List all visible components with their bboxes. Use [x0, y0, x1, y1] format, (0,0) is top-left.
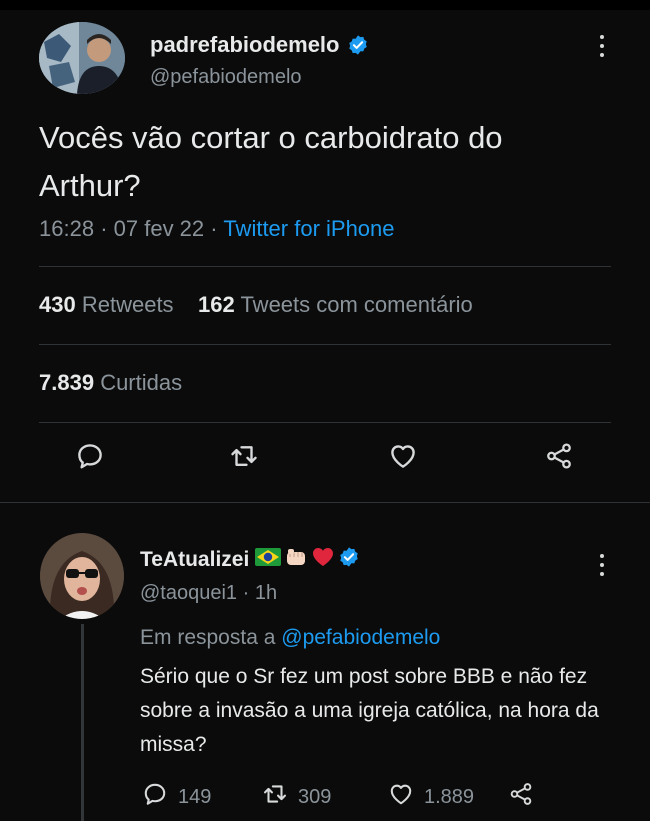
reply-actions: 149 309 1.889 — [140, 782, 620, 812]
name-emojis — [255, 546, 360, 573]
verified-badge-icon — [347, 34, 369, 56]
retweets-stat[interactable]: 430 Retweets — [39, 292, 174, 317]
replying-to: Em resposta a @pefabiodemelo — [140, 626, 440, 650]
more-icon[interactable] — [590, 548, 614, 582]
divider — [39, 266, 611, 267]
divider — [0, 502, 650, 503]
quotes-count: 162 — [198, 292, 235, 317]
reply-text: Sério que o Sr fez um post sobre BBB e n… — [140, 665, 599, 756]
retweets-count: 430 — [39, 292, 76, 317]
replying-mention[interactable]: @pefabiodemelo — [281, 626, 440, 649]
status-bar — [0, 0, 650, 10]
brazil-flag-icon — [255, 548, 282, 571]
reply-age: 1h — [254, 582, 278, 604]
fist-icon — [284, 546, 308, 573]
divider — [39, 422, 611, 423]
avatar[interactable] — [39, 22, 125, 94]
reply-handle-row: @taoquei1 · 1h — [140, 582, 278, 604]
tweet-meta: 16:28 · 07 fev 22 · Twitter for iPhone — [39, 216, 395, 241]
reply-author-handle[interactable]: @taoquei1 — [140, 582, 237, 604]
retweet-count: 309 — [298, 785, 332, 808]
retweet-icon — [262, 781, 288, 813]
author-name[interactable]: padrefabiodemelo — [150, 32, 339, 58]
reply-reply-button[interactable]: 149 — [142, 782, 211, 812]
reply-avatar[interactable] — [40, 533, 124, 619]
thread-line — [81, 624, 84, 821]
quotes-label: Tweets com comentário — [240, 292, 473, 317]
reply-count: 149 — [178, 785, 212, 808]
retweet-icon[interactable] — [226, 438, 262, 474]
reply-retweet-button[interactable]: 309 — [262, 782, 331, 812]
tweet-text: Vocês vão cortar o carboidrato do Arthur… — [39, 120, 503, 203]
more-icon[interactable] — [590, 28, 614, 64]
like-icon — [388, 781, 414, 813]
replying-prefix: Em resposta a — [140, 626, 276, 649]
tweet-time: 16:28 — [39, 216, 95, 241]
reply-icon — [142, 781, 168, 813]
quotes-stat[interactable]: 162 Tweets com comentário — [198, 292, 473, 317]
share-icon[interactable] — [541, 438, 577, 474]
tweet-stats: 430 Retweets 162 Tweets com comentário — [39, 292, 473, 318]
reply-like-button[interactable]: 1.889 — [388, 782, 474, 812]
likes-count: 7.839 — [39, 370, 95, 395]
retweets-label: Retweets — [81, 292, 174, 317]
likes-stat[interactable]: 7.839 Curtidas — [39, 370, 182, 396]
reply-share-button[interactable] — [508, 782, 534, 812]
author-handle[interactable]: @pefabiodemelo — [150, 66, 302, 89]
reply-author-name[interactable]: TeAtualizei — [140, 548, 249, 572]
tweet-actions — [0, 438, 650, 474]
author-row: padrefabiodemelo — [150, 32, 369, 58]
reply-author-row: TeAtualizei — [140, 546, 360, 573]
verified-badge-icon — [338, 546, 360, 573]
heart-icon — [311, 546, 335, 573]
divider — [39, 344, 611, 345]
share-icon — [508, 781, 534, 813]
reply-icon[interactable] — [72, 438, 108, 474]
like-icon[interactable] — [385, 438, 421, 474]
like-count: 1.889 — [424, 785, 475, 808]
tweet-source[interactable]: Twitter for iPhone — [223, 216, 394, 241]
tweet-date: 07 fev 22 — [113, 216, 205, 241]
likes-label: Curtidas — [100, 370, 183, 395]
